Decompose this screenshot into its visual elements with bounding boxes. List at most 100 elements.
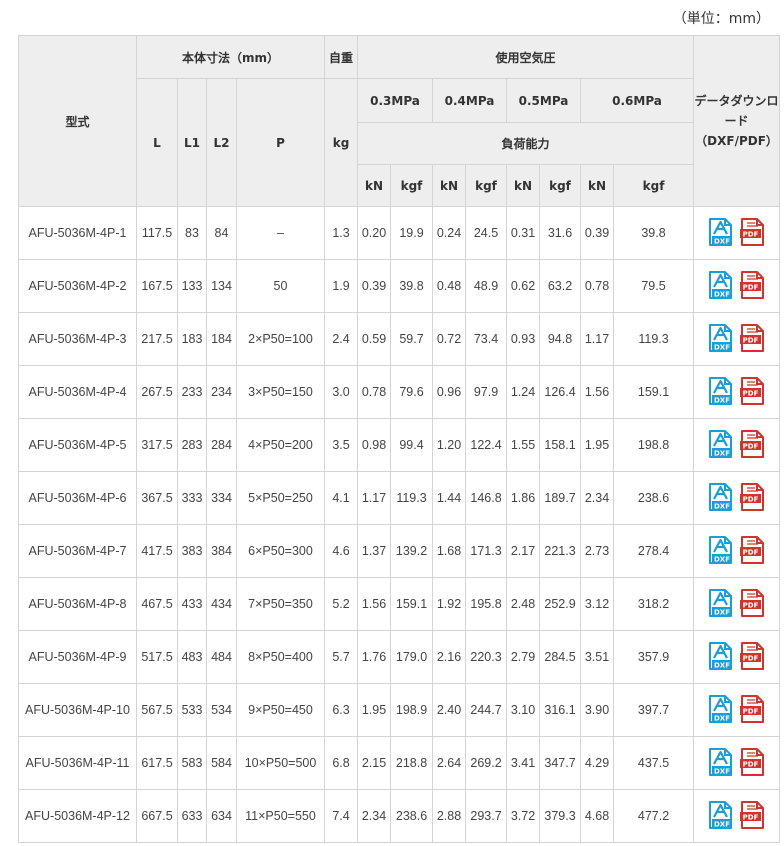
kgf-cell: 220.3	[465, 630, 508, 684]
kgf-cell: 238.6	[390, 789, 434, 843]
dxf-icon-label: DXF	[714, 237, 730, 245]
L1-cell: 633	[177, 789, 207, 843]
kN-cell: 2.48	[506, 577, 541, 631]
kN-cell: 1.95	[357, 683, 392, 737]
kN-cell: 0.98	[357, 418, 392, 472]
header-pressure-0.3: 0.3MPa	[357, 78, 434, 123]
header-kgf: kgf	[539, 164, 582, 207]
dxf-download-link[interactable]: DXF	[708, 588, 734, 621]
kgf-cell: 347.7	[539, 736, 582, 790]
dxf-file-icon: DXF	[708, 641, 732, 670]
L2-cell: 384	[206, 524, 237, 578]
pdf-file-icon: PDF	[739, 694, 764, 723]
L-cell: 267.5	[136, 365, 178, 419]
kN-cell: 0.78	[580, 259, 615, 313]
kgf-cell: 94.8	[539, 312, 582, 366]
kgf-cell: 146.8	[465, 471, 508, 525]
pdf-download-link[interactable]: PDF	[739, 323, 766, 356]
L2-cell: 634	[206, 789, 237, 843]
weight-cell: 3.5	[324, 418, 359, 472]
download-cell: DXF PDF	[693, 418, 781, 472]
pdf-download-link[interactable]: PDF	[739, 376, 766, 409]
header-download: データダウンロード（DXF/PDF）	[693, 35, 781, 207]
L1-cell: 383	[177, 524, 207, 578]
table-row: AFU-5036M-4P-3 217.5 183 184 2×P50=100 2.4 0.5…	[18, 312, 781, 366]
kgf-cell: 179.0	[390, 630, 434, 684]
header-load-capacity: 負荷能力	[357, 122, 695, 165]
header-kgf: kgf	[390, 164, 434, 207]
dxf-download-link[interactable]: DXF	[708, 217, 734, 250]
dxf-download-link[interactable]: DXF	[708, 694, 734, 727]
L1-cell: 133	[177, 259, 207, 313]
kgf-cell: 316.1	[539, 683, 582, 737]
L2-cell: 184	[206, 312, 237, 366]
dxf-download-link[interactable]: DXF	[708, 535, 734, 568]
kN-cell: 2.16	[432, 630, 467, 684]
P-cell: 7×P50=350	[235, 577, 326, 631]
L2-cell: 234	[206, 365, 237, 419]
weight-cell: 5.7	[324, 630, 359, 684]
dxf-file-icon: DXF	[708, 588, 732, 617]
pdf-download-link[interactable]: PDF	[739, 588, 766, 621]
pdf-download-link[interactable]: PDF	[739, 217, 766, 250]
kN-cell: 4.29	[580, 736, 615, 790]
table-row: AFU-5036M-4P-2 167.5 133 134 50 1.9 0.39 39.8 0.…	[18, 259, 781, 313]
kgf-cell: 269.2	[465, 736, 508, 790]
kgf-cell: 159.1	[613, 365, 695, 419]
header-L2: L2	[206, 78, 237, 207]
kN-cell: 4.68	[580, 789, 615, 843]
L-cell: 317.5	[136, 418, 178, 472]
L-cell: 567.5	[136, 683, 178, 737]
pdf-download-link[interactable]: PDF	[739, 429, 766, 462]
dxf-download-link[interactable]: DXF	[708, 482, 734, 515]
L-cell: 167.5	[136, 259, 178, 313]
kN-cell: 3.72	[506, 789, 541, 843]
P-cell: 6×P50=300	[235, 524, 326, 578]
L-cell: 617.5	[136, 736, 178, 790]
kgf-cell: 238.6	[613, 471, 695, 525]
dxf-download-link[interactable]: DXF	[708, 323, 734, 356]
weight-cell: 3.0	[324, 365, 359, 419]
download-cell: DXF PDF	[693, 789, 781, 843]
download-cell: DXF PDF	[693, 206, 781, 260]
kgf-cell: 357.9	[613, 630, 695, 684]
download-cell: DXF PDF	[693, 259, 781, 313]
kN-cell: 2.79	[506, 630, 541, 684]
dxf-download-link[interactable]: DXF	[708, 376, 734, 409]
kN-cell: 1.17	[357, 471, 392, 525]
P-cell: 8×P50=400	[235, 630, 326, 684]
dxf-file-icon: DXF	[708, 535, 732, 564]
dxf-download-link[interactable]: DXF	[708, 270, 734, 303]
L1-cell: 433	[177, 577, 207, 631]
model-cell: AFU-5036M-4P-2	[18, 259, 137, 313]
pdf-download-link[interactable]: PDF	[739, 800, 766, 833]
model-cell: AFU-5036M-4P-1	[18, 206, 137, 260]
kN-cell: 1.56	[580, 365, 615, 419]
kgf-cell: 79.5	[613, 259, 695, 313]
kN-cell: 1.86	[506, 471, 541, 525]
dxf-download-link[interactable]: DXF	[708, 429, 734, 462]
pdf-download-link[interactable]: PDF	[739, 747, 766, 780]
dxf-download-link[interactable]: DXF	[708, 747, 734, 780]
pdf-download-link[interactable]: PDF	[739, 482, 766, 515]
pdf-download-link[interactable]: PDF	[739, 535, 766, 568]
weight-cell: 1.3	[324, 206, 359, 260]
dxf-file-icon: DXF	[708, 694, 732, 723]
L-cell: 417.5	[136, 524, 178, 578]
kgf-cell: 119.3	[613, 312, 695, 366]
pdf-download-link[interactable]: PDF	[739, 270, 766, 303]
model-cell: AFU-5036M-4P-10	[18, 683, 137, 737]
P-cell: 9×P50=450	[235, 683, 326, 737]
weight-cell: 2.4	[324, 312, 359, 366]
kgf-cell: 79.6	[390, 365, 434, 419]
pdf-download-link[interactable]: PDF	[739, 641, 766, 674]
header-download-label: データダウンロード（DXF/PDF）	[694, 94, 779, 148]
table-row: AFU-5036M-4P-6 367.5 333 334 5×P50=250 4.1 1.1…	[18, 471, 781, 525]
dxf-download-link[interactable]: DXF	[708, 641, 734, 674]
kN-cell: 2.15	[357, 736, 392, 790]
pdf-icon-label: PDF	[742, 389, 758, 397]
model-cell: AFU-5036M-4P-4	[18, 365, 137, 419]
dxf-download-link[interactable]: DXF	[708, 800, 734, 833]
pdf-download-link[interactable]: PDF	[739, 694, 766, 727]
kN-cell: 0.39	[357, 259, 392, 313]
